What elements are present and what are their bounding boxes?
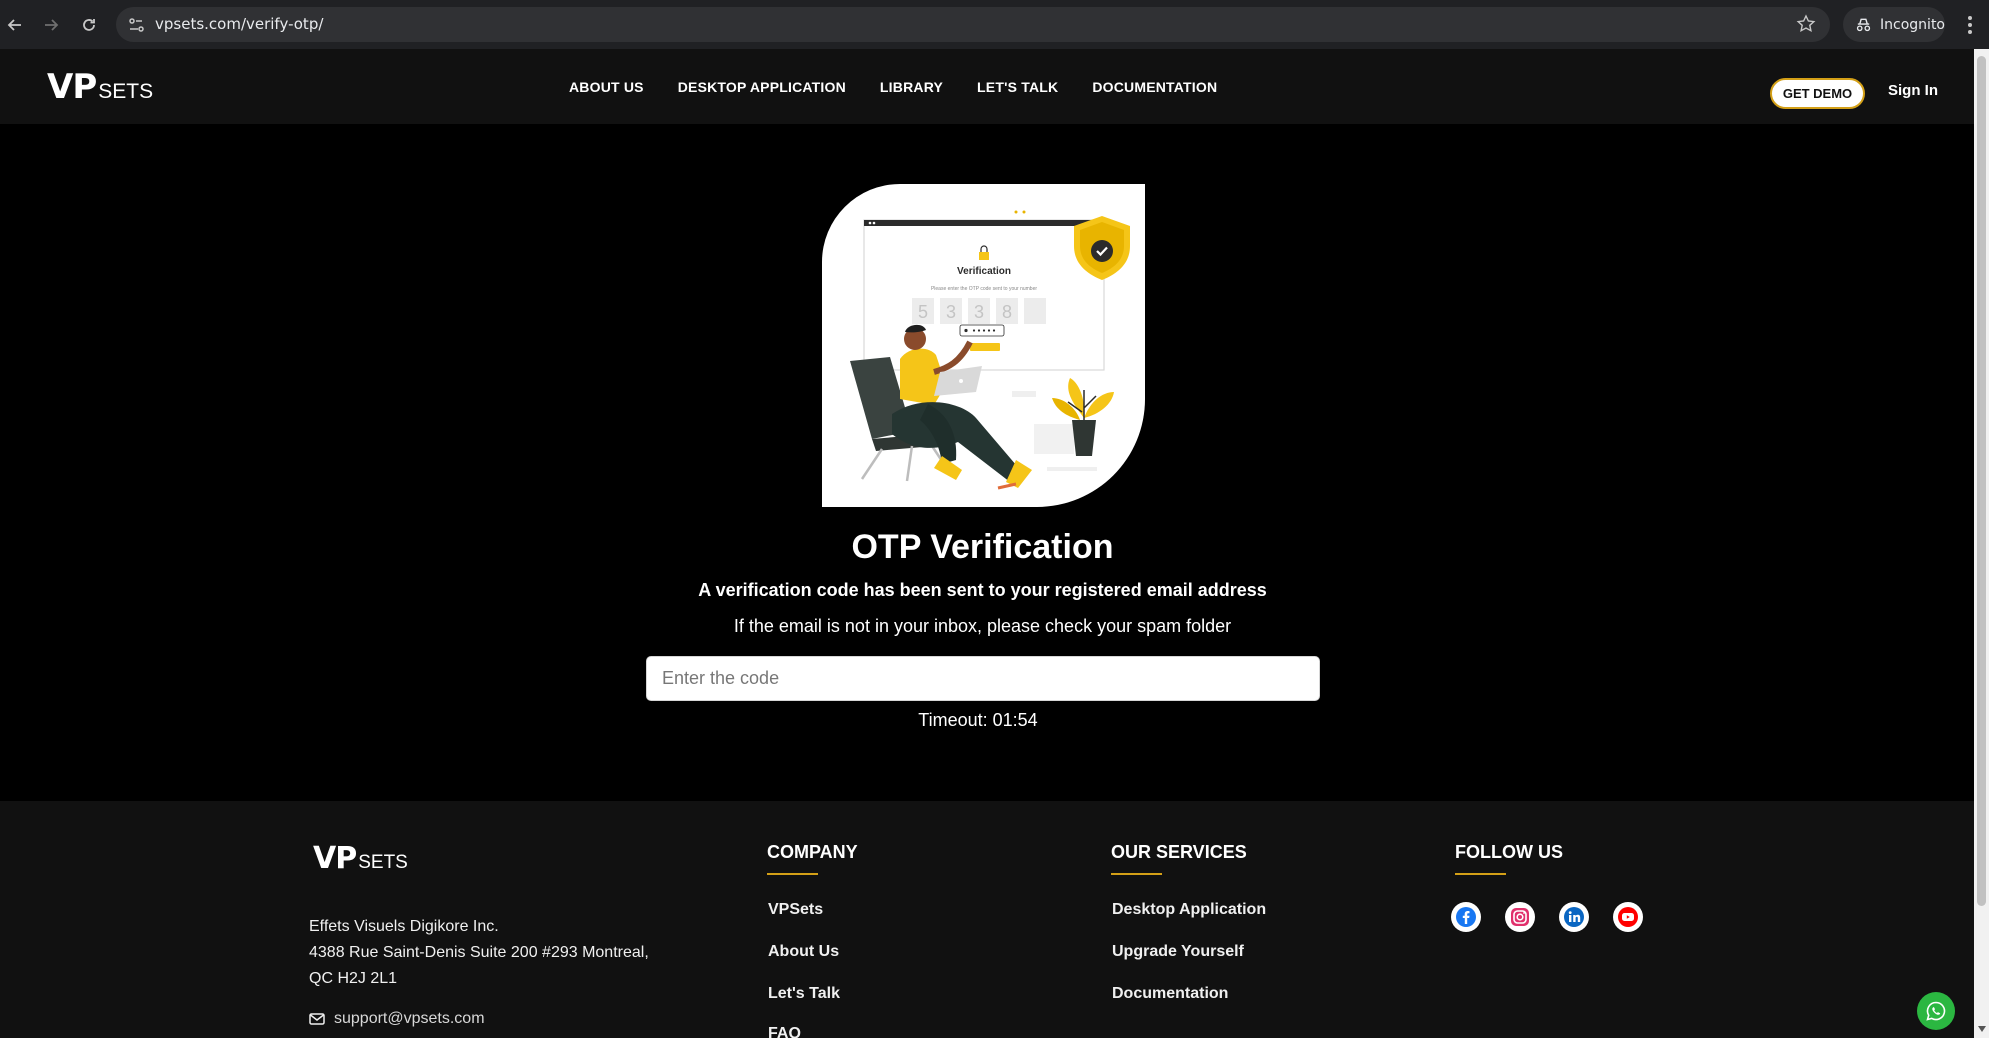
- illustration-digit-3: 3: [974, 302, 984, 322]
- support-email-link[interactable]: support@vpsets.com: [309, 1010, 485, 1028]
- footer-link-documentation[interactable]: Documentation: [1112, 985, 1228, 1003]
- illustration-card-title: Verification: [957, 266, 1011, 277]
- back-icon[interactable]: [2, 12, 28, 38]
- site-logo[interactable]: VP SETS: [47, 67, 153, 107]
- url-text[interactable]: vpsets.com/verify-otp/: [155, 7, 323, 42]
- bookmark-star-icon[interactable]: [1796, 14, 1816, 34]
- address-bar[interactable]: vpsets.com/verify-otp/: [116, 7, 1830, 42]
- spam-folder-note: If the email is not in your inbox, pleas…: [733, 616, 1232, 636]
- otp-code-input[interactable]: [646, 656, 1320, 701]
- illustration-digit-2: 3: [946, 302, 956, 322]
- footer-link-desktop-application[interactable]: Desktop Application: [1112, 901, 1266, 919]
- support-email[interactable]: support@vpsets.com: [334, 1010, 485, 1028]
- site-header: VP SETS ABOUT US DESKTOP APPLICATION LIB…: [0, 49, 1974, 124]
- footer-link-lets-talk[interactable]: Let's Talk: [768, 985, 840, 1003]
- page-title: OTP Verification: [851, 528, 1114, 566]
- nav-lets-talk[interactable]: LET'S TALK: [977, 79, 1058, 95]
- scroll-down-arrow-icon[interactable]: [1978, 1026, 1986, 1032]
- services-heading: OUR SERVICES: [1111, 842, 1247, 875]
- footer-link-vpsets[interactable]: VPSets: [768, 901, 823, 919]
- footer-link-about-us[interactable]: About Us: [768, 943, 839, 961]
- instagram-icon[interactable]: [1505, 902, 1535, 932]
- sign-in-link[interactable]: Sign In: [1888, 82, 1938, 99]
- envelope-icon: [309, 1013, 325, 1025]
- illustration-digit-4: 8: [1002, 302, 1012, 322]
- verification-sent-text: A verification code has been sent to you…: [698, 580, 1267, 600]
- whatsapp-chat-icon[interactable]: [1917, 992, 1955, 1030]
- browser-toolbar: vpsets.com/verify-otp/ Incognito: [0, 0, 1989, 49]
- linkedin-icon[interactable]: [1559, 902, 1589, 932]
- incognito-label: Incognito: [1880, 16, 1945, 33]
- scrollbar-thumb[interactable]: [1977, 56, 1986, 906]
- nav-documentation[interactable]: DOCUMENTATION: [1092, 79, 1217, 95]
- illustration-digit-1: 5: [918, 302, 928, 322]
- browser-menu-icon[interactable]: [1960, 12, 1980, 38]
- nav-desktop-application[interactable]: DESKTOP APPLICATION: [678, 79, 846, 95]
- footer-logo[interactable]: VP SETS: [313, 841, 408, 876]
- incognito-indicator[interactable]: Incognito: [1843, 7, 1945, 42]
- nav-about-us[interactable]: ABOUT US: [569, 79, 644, 95]
- main-nav: ABOUT US DESKTOP APPLICATION LIBRARY LET…: [569, 49, 1217, 124]
- footer-link-upgrade-yourself[interactable]: Upgrade Yourself: [1112, 943, 1244, 961]
- reload-icon[interactable]: [76, 12, 102, 38]
- otp-illustration: Verification Please enter the OTP code s…: [822, 184, 1145, 507]
- facebook-icon[interactable]: [1451, 902, 1481, 932]
- forward-icon[interactable]: [38, 12, 64, 38]
- incognito-icon: [1856, 18, 1871, 31]
- otp-timeout: Timeout: 01:54: [918, 710, 1038, 730]
- company-address: Effets Visuels Digikore Inc. 4388 Rue Sa…: [309, 918, 649, 987]
- youtube-icon[interactable]: [1613, 902, 1643, 932]
- site-footer: VP SETS Effets Visuels Digikore Inc. 438…: [0, 801, 1974, 1038]
- follow-us-heading: FOLLOW US: [1455, 842, 1563, 875]
- nav-library[interactable]: LIBRARY: [880, 79, 943, 95]
- site-settings-icon[interactable]: [126, 15, 146, 35]
- get-demo-button[interactable]: GET DEMO: [1770, 78, 1865, 109]
- company-heading: COMPANY: [767, 842, 858, 875]
- illustration-card-hint: Please enter the OTP code sent to your n…: [931, 286, 1037, 292]
- footer-link-faq[interactable]: FAQ: [768, 1025, 801, 1038]
